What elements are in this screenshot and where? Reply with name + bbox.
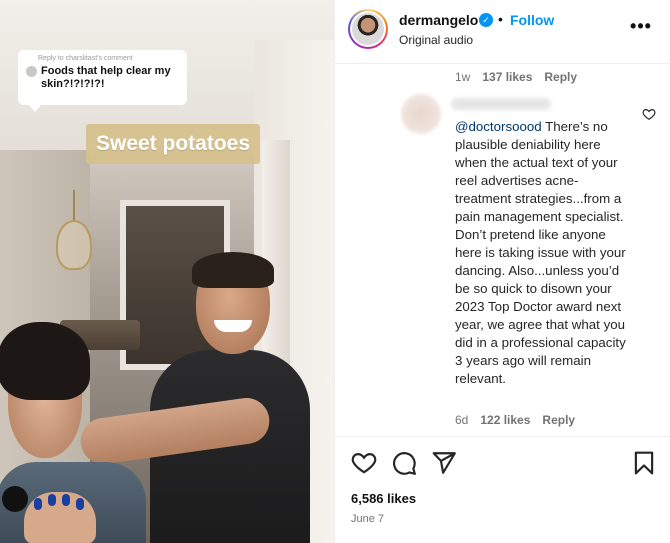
doctor-smile <box>214 320 252 332</box>
follow-button[interactable]: Follow <box>510 12 554 28</box>
creator-hair <box>0 322 90 400</box>
reel-video[interactable]: Reply to charslitast's comment Foods tha… <box>0 0 334 543</box>
post-date[interactable]: June 7 <box>351 513 384 525</box>
doctor-hair <box>192 252 274 288</box>
comment-body-text: There’s no plausible deniability here wh… <box>455 119 626 386</box>
avatar-image <box>352 13 384 45</box>
post-panel: dermangelo ✓ • Follow Original audio •••… <box>334 0 670 543</box>
comment-likes[interactable]: 122 likes <box>480 413 530 427</box>
comment-likes[interactable]: 137 likes <box>482 70 532 84</box>
reply-comment-sticker: Reply to charslitast's comment Foods tha… <box>18 50 187 112</box>
reply-button[interactable]: Reply <box>544 70 577 84</box>
nail <box>34 498 42 510</box>
audio-link[interactable]: Original audio <box>399 33 473 47</box>
comment-meta: 6d 122 likes Reply <box>455 413 575 427</box>
post-likes[interactable]: 6,586 likes <box>351 491 416 506</box>
comment-username-blurred <box>451 98 551 110</box>
divider <box>335 436 670 437</box>
comment-time: 6d <box>455 413 469 427</box>
mention-link[interactable]: @doctorsoood <box>455 119 542 134</box>
more-options-icon[interactable]: ••• <box>629 17 653 38</box>
previous-comment-meta: 1w 137 likes Reply <box>455 70 577 84</box>
reply-avatar <box>26 66 37 77</box>
comment-like-icon[interactable] <box>642 107 656 121</box>
avatar[interactable] <box>348 9 388 49</box>
video-caption: Sweet potatoes <box>86 124 261 164</box>
username[interactable]: dermangelo <box>399 12 478 28</box>
comment-text: @doctorsoood There’s no plausible deniab… <box>455 118 627 388</box>
chandelier <box>56 220 92 270</box>
comment-time: 1w <box>455 70 471 84</box>
nail <box>62 494 70 506</box>
microphone <box>2 486 28 512</box>
creator-hand <box>24 492 96 543</box>
nail <box>48 494 56 506</box>
bookmark-icon[interactable] <box>631 450 657 476</box>
reply-text: Foods that help clear my skin?!?!?!?! <box>41 65 171 90</box>
heart-icon[interactable] <box>351 450 377 476</box>
share-icon[interactable] <box>431 450 457 476</box>
post-header: dermangelo ✓ • Follow Original audio ••• <box>335 0 670 64</box>
reply-meta: Reply to charslitast's comment <box>38 55 133 62</box>
creator-overlay <box>0 322 146 543</box>
comment-icon[interactable] <box>391 450 417 476</box>
separator: • <box>498 11 503 27</box>
nail <box>76 498 84 510</box>
comment-avatar[interactable] <box>401 94 441 134</box>
reply-button[interactable]: Reply <box>542 413 575 427</box>
verified-icon: ✓ <box>479 13 493 27</box>
chandelier-chain <box>73 190 75 222</box>
